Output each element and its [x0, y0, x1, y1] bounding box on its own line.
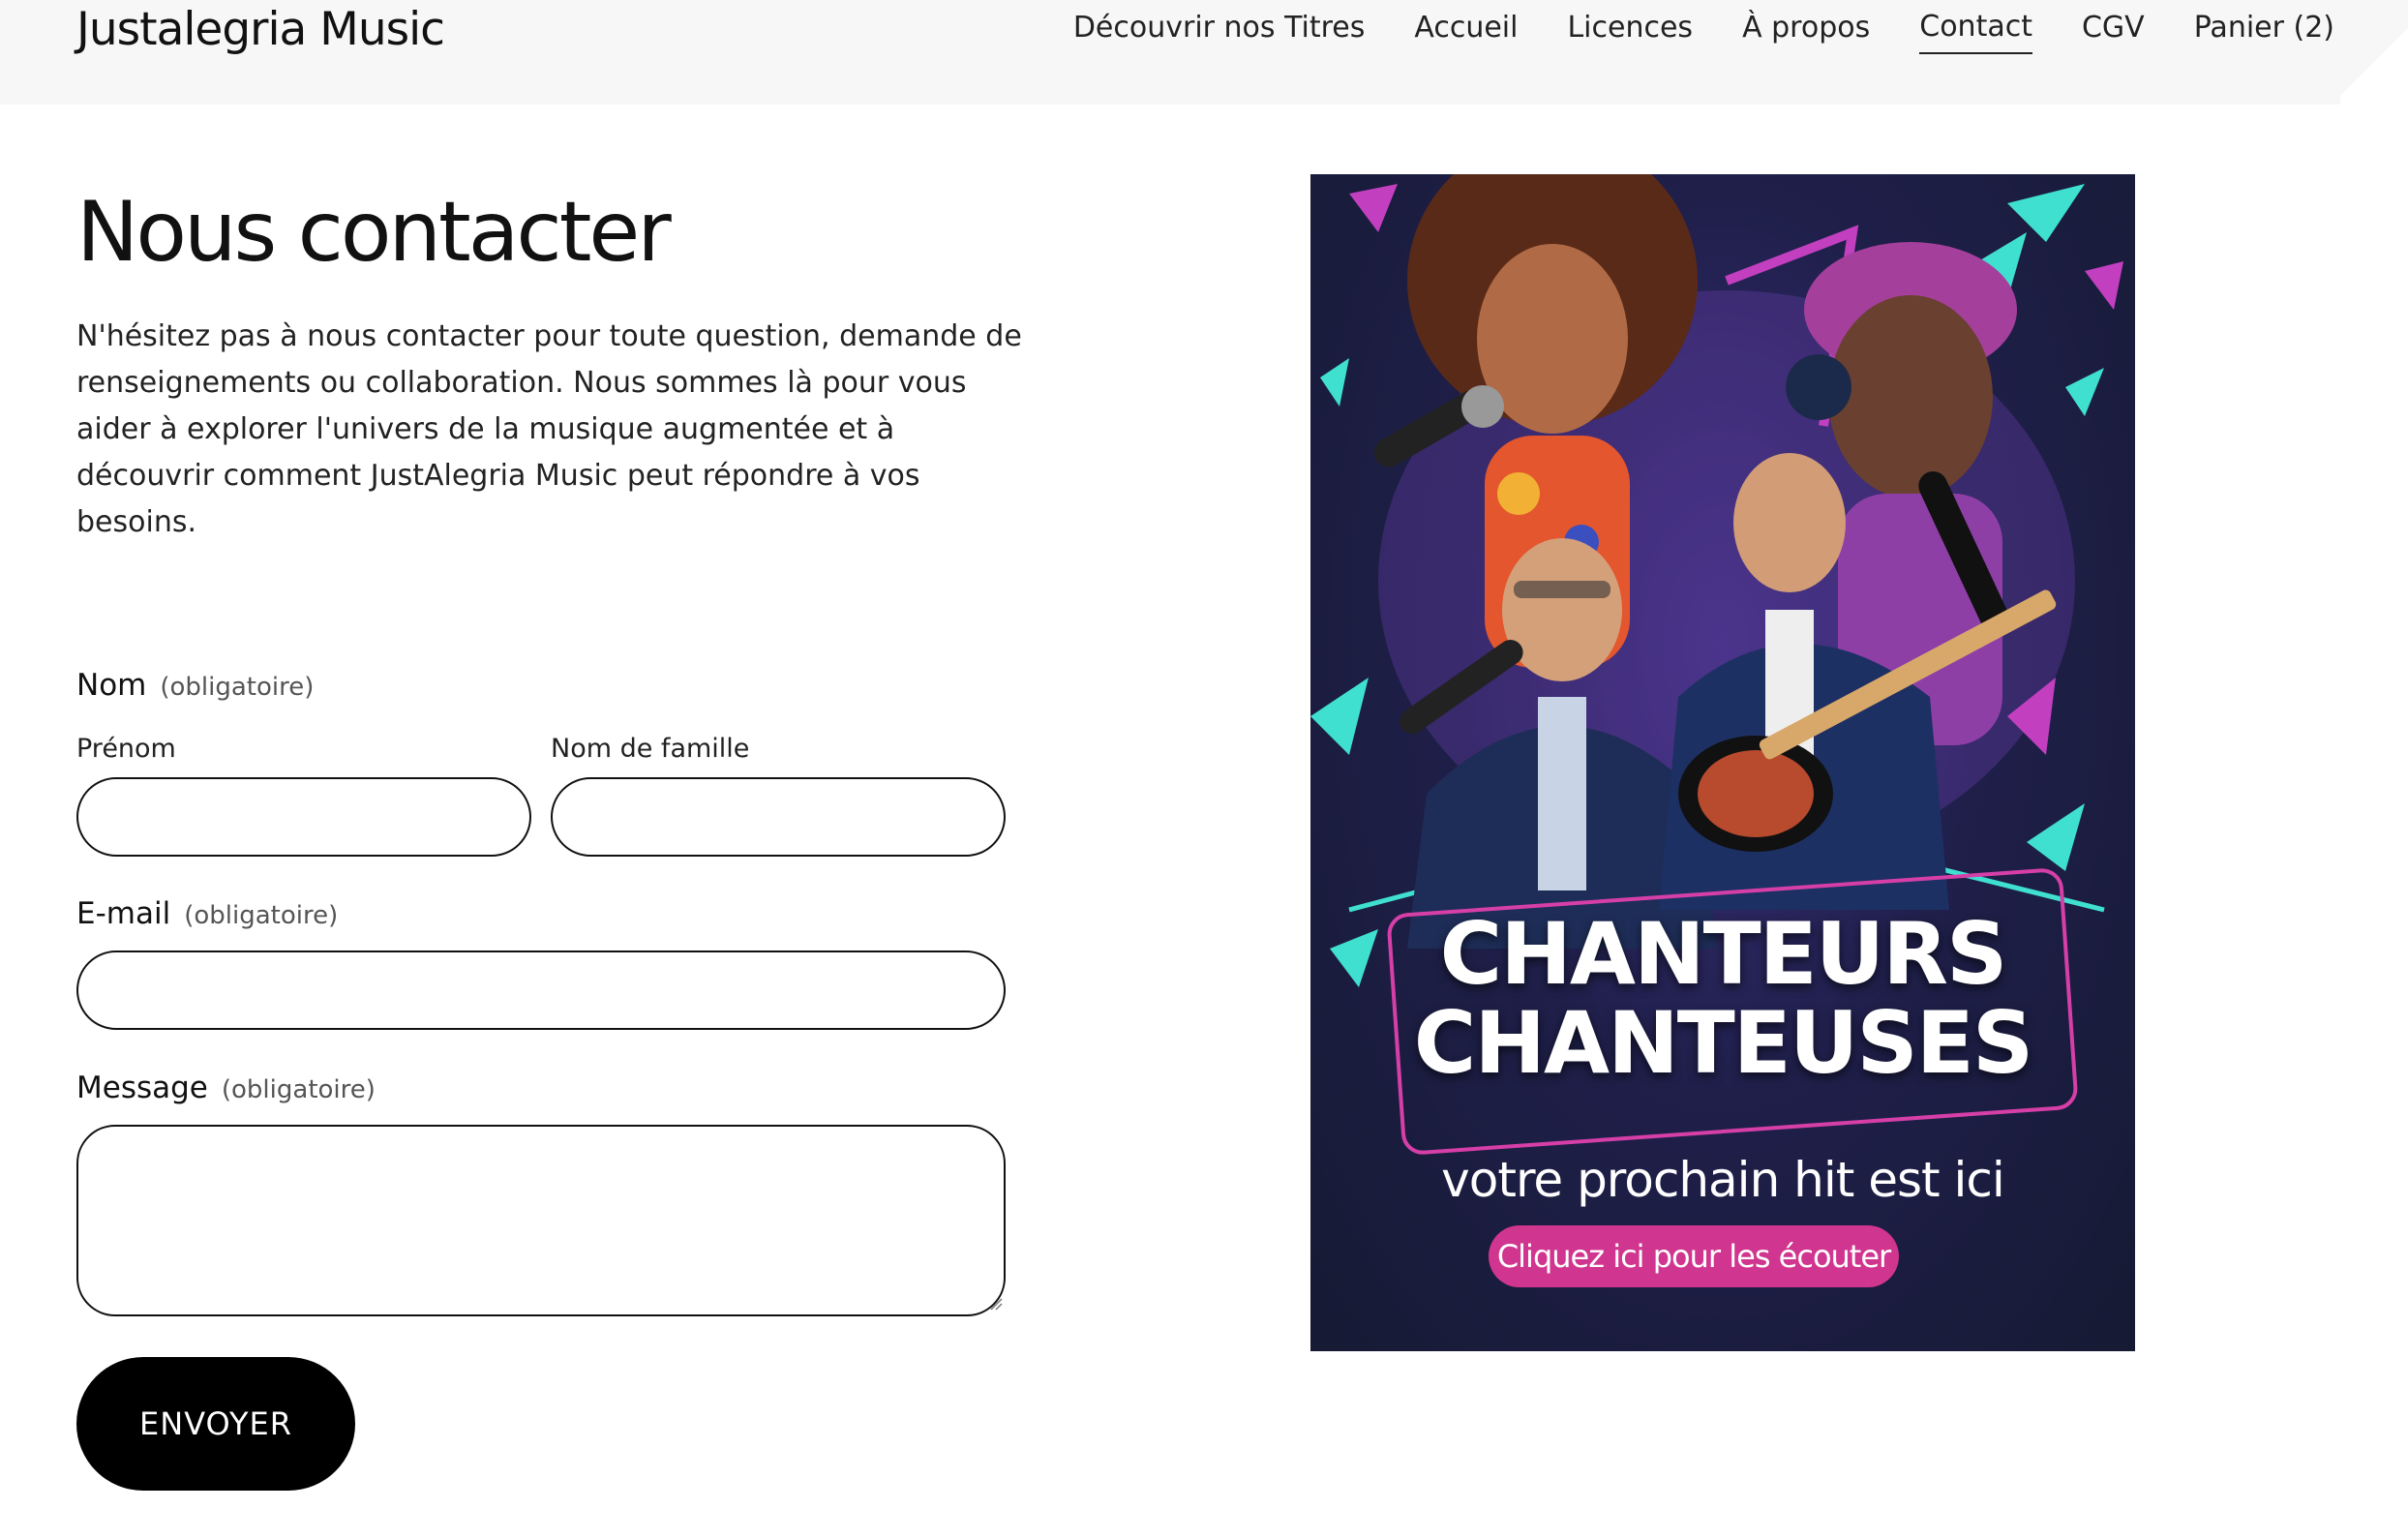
nav-link-decouvrir[interactable]: Découvrir nos Titres [1073, 5, 1366, 53]
poster-headline-2: CHANTEUSES [1413, 993, 2033, 1093]
main-nav: Découvrir nos Titres Accueil Licences À … [1024, 4, 2334, 54]
nav-link-licences[interactable]: Licences [1567, 5, 1693, 53]
poster-tagline: votre prochain hit est ici [1441, 1152, 2005, 1208]
required-hint: (obligatoire) [221, 1075, 376, 1104]
last-name-input[interactable] [551, 777, 1006, 857]
message-label: Message [76, 1071, 208, 1105]
first-name-input[interactable] [76, 777, 531, 857]
required-hint: (obligatoire) [184, 901, 339, 930]
required-hint: (obligatoire) [160, 673, 315, 702]
resize-handle-icon[interactable] [989, 1297, 1003, 1311]
site-header: Justalegria Music Découvrir nos Titres A… [0, 0, 2408, 105]
nav-link-a-propos[interactable]: À propos [1742, 5, 1870, 53]
nav-link-contact[interactable]: Contact [1919, 4, 2032, 54]
first-name-label: Prénom [76, 734, 176, 764]
message-group-label: Message (obligatoire) [76, 1071, 376, 1105]
name-label: Nom [76, 668, 147, 703]
name-group-label: Nom (obligatoire) [76, 668, 314, 703]
message-textarea[interactable] [76, 1125, 1006, 1316]
nav-link-cgv[interactable]: CGV [2082, 5, 2145, 53]
poster-listen-button[interactable]: Cliquez ici pour les écouter [1489, 1225, 1899, 1287]
poster-headline-1: CHANTEURS [1439, 904, 2008, 1004]
site-logo-link[interactable]: Justalegria Music [76, 2, 445, 58]
promo-poster[interactable]: CHANTEURS CHANTEUSES votre prochain hit … [1310, 174, 2135, 1351]
email-label: E-mail [76, 896, 171, 931]
nav-link-accueil[interactable]: Accueil [1414, 5, 1518, 53]
email-group-label: E-mail (obligatoire) [76, 896, 338, 931]
page-title: Nous contacter [76, 184, 672, 281]
last-name-label: Nom de famille [551, 734, 750, 764]
intro-paragraph: N'hésitez pas à nous contacter pour tout… [76, 319, 1022, 539]
header-corner [2340, 0, 2408, 105]
submit-button[interactable]: ENVOYER [76, 1357, 355, 1491]
email-input[interactable] [76, 951, 1006, 1030]
nav-link-cart[interactable]: Panier (2) [2194, 5, 2334, 53]
